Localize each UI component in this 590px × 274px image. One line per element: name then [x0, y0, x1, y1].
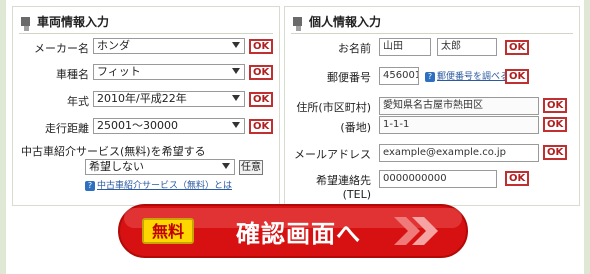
vehicle-section-title: 車両情報入力: [21, 13, 110, 31]
postal-ok-badge: OK: [505, 69, 529, 84]
name-label: お名前: [338, 42, 371, 55]
postal-label: 郵便番号: [327, 71, 371, 84]
form-page: 車両情報入力 メーカー名 ホンダ OK 車種名 フィット OK 年式 2010年…: [0, 0, 590, 274]
email-input[interactable]: example@example.co.jp: [379, 144, 539, 162]
maker-ok-badge: OK: [249, 39, 273, 54]
section-marker-icon: [21, 17, 30, 26]
vehicle-section-title-text: 車両情報入力: [37, 15, 110, 29]
year-label: 年式: [67, 95, 89, 108]
section-marker-sub-icon: [296, 26, 301, 31]
tel-label: 希望連絡先(TEL): [316, 174, 371, 201]
year-select-value: 2010年/平成22年: [97, 92, 187, 105]
free-badge: 無料: [142, 218, 194, 244]
page-edge-left: [0, 0, 6, 274]
maker-select[interactable]: ホンダ: [93, 38, 245, 54]
maker-label: メーカー名: [34, 42, 89, 55]
model-ok-badge: OK: [249, 65, 273, 80]
year-select[interactable]: 2010年/平成22年: [93, 91, 245, 107]
mileage-label: 走行距離: [45, 122, 89, 135]
model-select[interactable]: フィット: [93, 64, 245, 80]
address-ok-badge: OK: [543, 98, 567, 113]
tel-input[interactable]: 0000000000: [379, 170, 497, 188]
personal-section-title-text: 個人情報入力: [309, 15, 382, 29]
postal-lookup-text[interactable]: 郵便番号を調べる: [437, 72, 509, 82]
mileage-select[interactable]: 25001～30000: [93, 118, 245, 134]
address-label: 住所(市区町村): [296, 101, 371, 114]
personal-section-title: 個人情報入力: [293, 13, 382, 31]
postal-lookup-link[interactable]: ? 郵便番号を調べる: [425, 69, 509, 82]
section-marker-icon: [293, 17, 302, 26]
dropdown-arrow-icon: [232, 122, 240, 128]
dropdown-arrow-icon: [232, 42, 240, 48]
intro-service-label: 中古車紹介サービス(無料)を希望する: [21, 145, 206, 158]
mileage-ok-badge: OK: [249, 119, 273, 134]
name-ok-badge: OK: [505, 40, 529, 55]
last-name-input[interactable]: 山田: [379, 38, 431, 56]
section-divider: [291, 33, 573, 34]
model-select-value: フィット: [97, 65, 141, 78]
email-label: メールアドレス: [294, 148, 371, 161]
intro-service-help-link[interactable]: ? 中古車紹介サービス（無料）とは: [85, 178, 232, 191]
banchi-input[interactable]: 1-1-1: [379, 116, 539, 134]
maker-select-value: ホンダ: [97, 39, 130, 52]
dropdown-arrow-icon: [232, 68, 240, 74]
help-icon: ?: [425, 72, 435, 82]
help-icon: ?: [85, 181, 95, 191]
confirm-button[interactable]: 無料 確認画面へ: [118, 204, 468, 258]
confirm-button-label: 確認画面へ: [236, 220, 361, 248]
tel-ok-badge: OK: [505, 171, 529, 186]
address-input[interactable]: 愛知県名古屋市熱田区: [379, 97, 539, 115]
optional-badge: 任意: [239, 160, 263, 175]
page-edge-right: [584, 0, 590, 274]
dropdown-arrow-icon: [232, 95, 240, 101]
dropdown-arrow-icon: [222, 163, 230, 169]
section-divider: [19, 33, 273, 34]
section-marker-sub-icon: [24, 26, 29, 31]
model-label: 車種名: [56, 68, 89, 81]
intro-service-select[interactable]: 希望しない: [85, 159, 235, 175]
year-ok-badge: OK: [249, 92, 273, 107]
personal-info-panel: 個人情報入力 お名前 山田 太郎 OK 郵便番号 4560014 ?郵便番号を調…: [284, 6, 580, 206]
first-name-input[interactable]: 太郎: [437, 38, 497, 56]
postal-input[interactable]: 4560014: [379, 67, 419, 85]
banchi-label: (番地): [340, 121, 371, 134]
banchi-ok-badge: OK: [543, 117, 567, 132]
chevron-right-icon: [394, 217, 438, 245]
email-ok-badge: OK: [543, 145, 567, 160]
mileage-select-value: 25001～30000: [97, 119, 178, 132]
intro-service-help-text[interactable]: 中古車紹介サービス（無料）とは: [97, 181, 232, 191]
intro-service-select-value: 希望しない: [89, 160, 144, 173]
vehicle-info-panel: 車両情報入力 メーカー名 ホンダ OK 車種名 フィット OK 年式 2010年…: [12, 6, 280, 206]
